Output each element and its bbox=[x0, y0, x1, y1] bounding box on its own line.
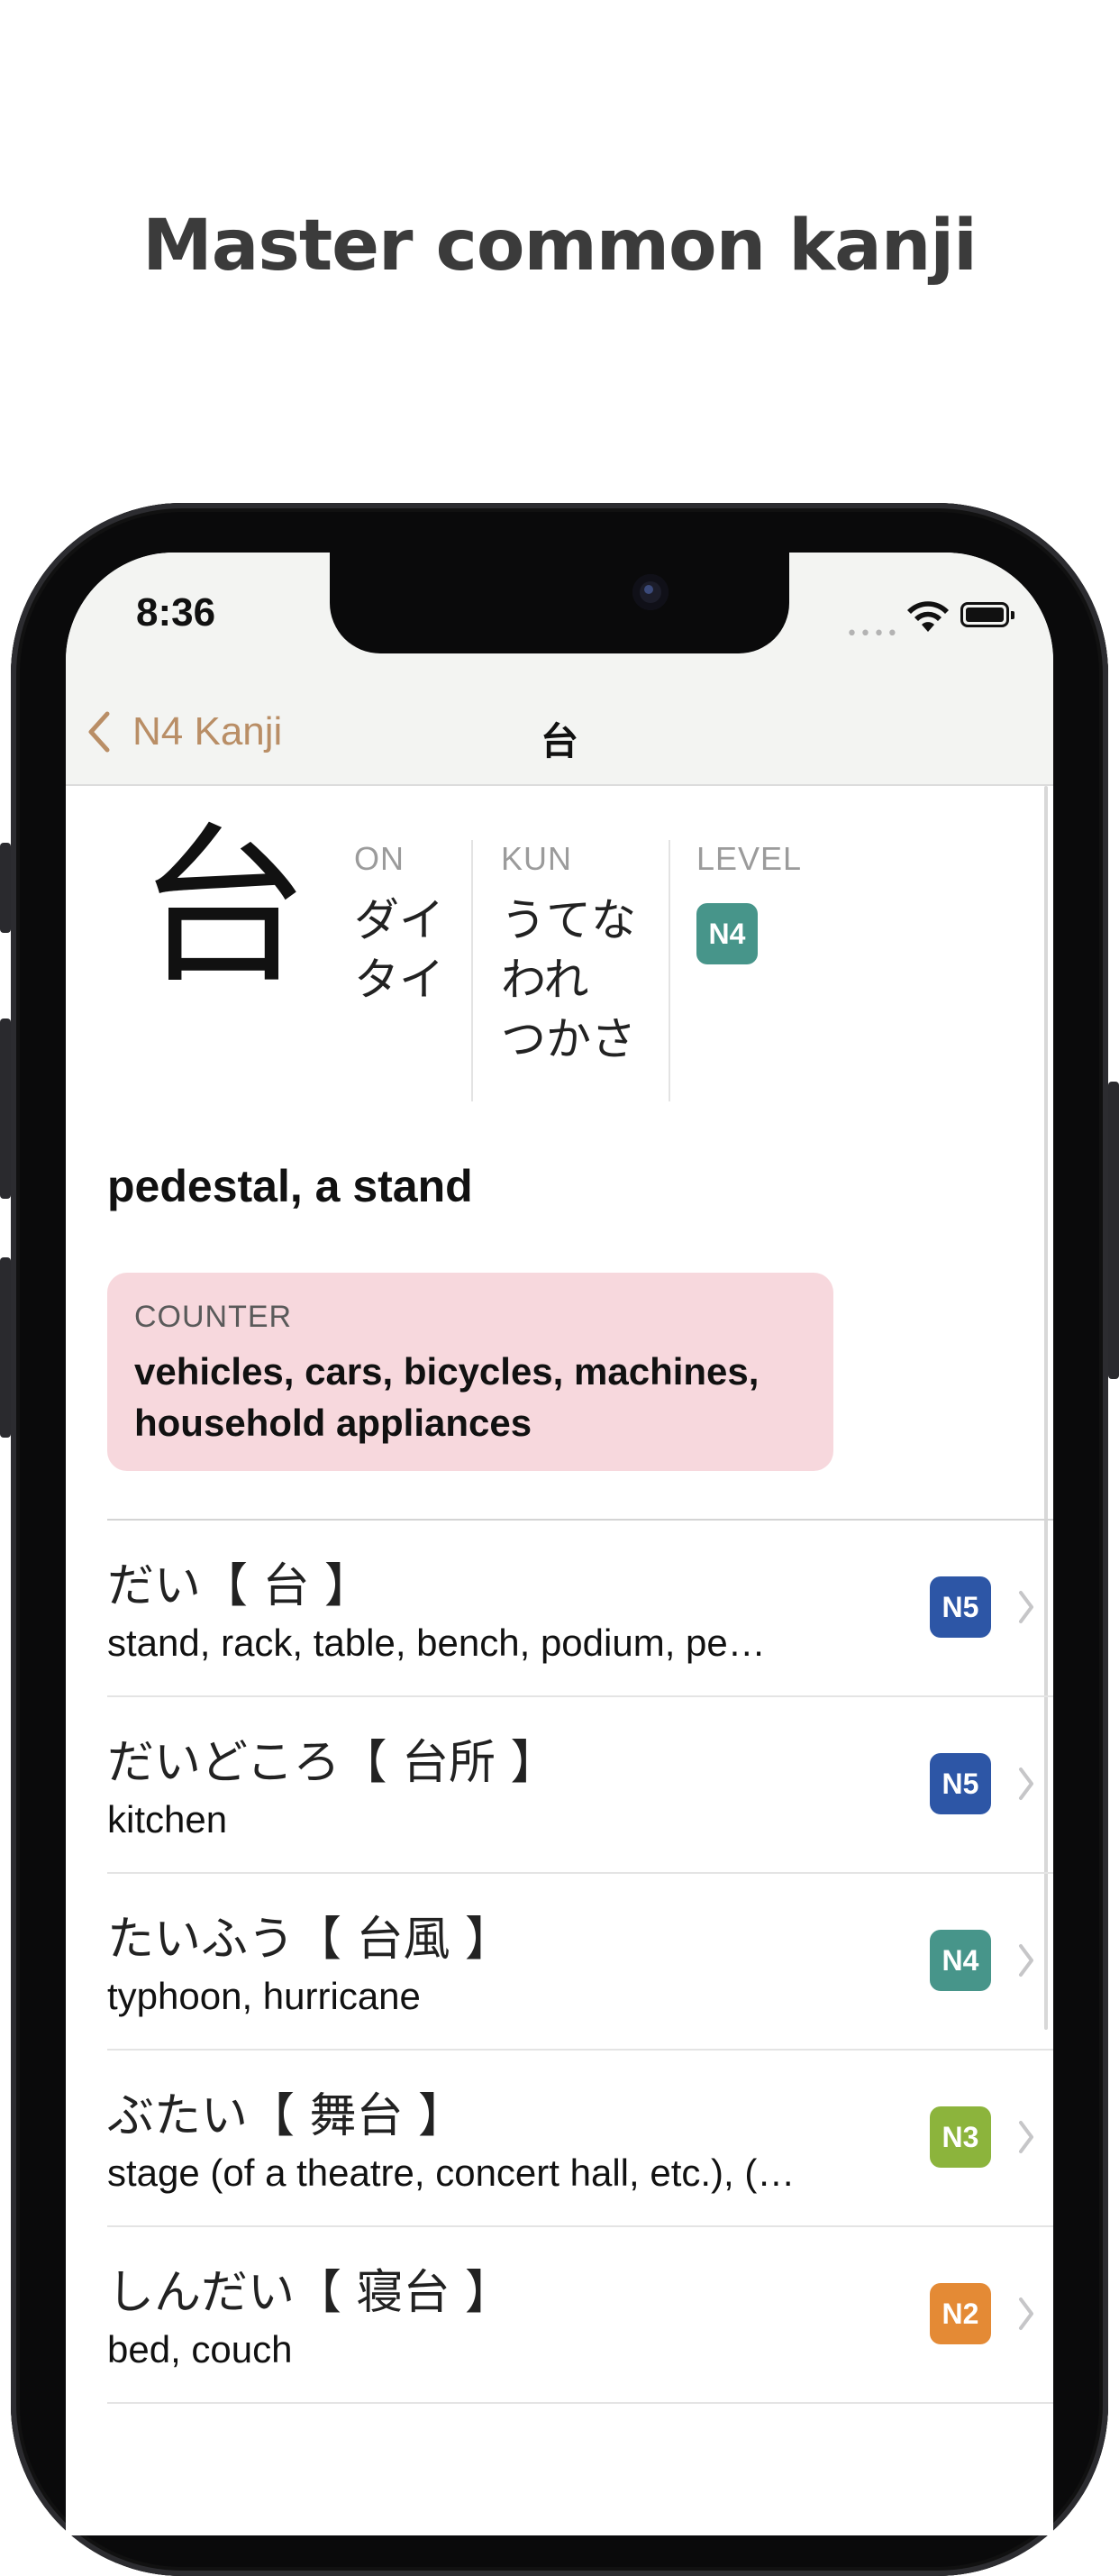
vocab-word: ぶたい【 舞台 】 bbox=[107, 2089, 466, 2143]
kun-reading: われ bbox=[501, 954, 589, 1006]
battery-icon bbox=[960, 602, 1014, 627]
level-badge: N2 bbox=[930, 2283, 991, 2344]
notch bbox=[330, 553, 789, 653]
level-badge: N5 bbox=[930, 1753, 991, 1814]
list-item[interactable]: しんだい【 寝台 】 bed, couch N2 bbox=[107, 2227, 1053, 2404]
list-item[interactable]: だいどころ【 台所 】 kitchen N5 bbox=[107, 1697, 1053, 1874]
chevron-right-icon bbox=[1019, 1944, 1033, 1977]
on-reading: ダイ bbox=[354, 894, 444, 946]
kun-reading-label: KUN bbox=[501, 840, 573, 877]
navigation-bar: N4 Kanji 台 bbox=[66, 688, 1053, 786]
list-item[interactable]: たいふう【 台風 】 typhoon, hurricane N4 bbox=[107, 1874, 1053, 2051]
front-camera bbox=[632, 574, 669, 610]
vocab-word: だいどころ【 台所 】 bbox=[107, 1736, 558, 1790]
phone-screen: 8:36 •••• N4 Kanji 台 台 ON ダイ タイ KUN うてな … bbox=[66, 553, 1053, 2535]
vocab-meaning: bed, couch bbox=[107, 2328, 293, 2370]
kanji-meaning: pedestal, a stand bbox=[107, 1161, 473, 1211]
page-title: 台 bbox=[540, 719, 578, 763]
list-item[interactable]: ぶたい【 舞台 】 stage (of a theatre, concert h… bbox=[107, 2051, 1053, 2227]
kun-reading: うてな bbox=[501, 894, 636, 946]
vocab-meaning: stage (of a theatre, concert hall, etc.)… bbox=[107, 2151, 796, 2194]
vocab-word: しんだい【 寝台 】 bbox=[107, 2266, 513, 2320]
chevron-right-icon bbox=[1019, 2121, 1033, 2153]
vocab-word: だい【 台 】 bbox=[107, 1559, 372, 1613]
vocab-meaning: typhoon, hurricane bbox=[107, 1975, 421, 2017]
column-divider bbox=[669, 840, 670, 1101]
chevron-right-icon bbox=[1019, 1591, 1033, 1623]
wifi-icon bbox=[907, 601, 949, 632]
kanji-character: 台 bbox=[138, 808, 310, 1007]
phone-volume-up-button bbox=[0, 1019, 11, 1199]
marketing-headline: Master common kanji bbox=[142, 206, 978, 287]
status-time: 8:36 bbox=[136, 590, 216, 635]
counter-text: vehicles, cars, bicycles, machines, hous… bbox=[134, 1350, 760, 1444]
column-divider bbox=[471, 840, 473, 1101]
kun-reading-column: KUN うてな われ つかさ bbox=[501, 840, 636, 1069]
chevron-right-icon bbox=[1019, 1768, 1033, 1800]
level-badge: N4 bbox=[696, 903, 758, 964]
kanji-detail-content[interactable]: 台 ON ダイ タイ KUN うてな われ つかさ LEVEL N4 pedes… bbox=[66, 786, 1053, 2535]
chevron-right-icon bbox=[1019, 2297, 1033, 2330]
level-column: LEVEL N4 bbox=[696, 840, 802, 964]
phone-side-button bbox=[0, 843, 11, 933]
on-reading-column: ON ダイ タイ bbox=[354, 840, 444, 1009]
list-item[interactable]: だい【 台 】 stand, rack, table, bench, podiu… bbox=[107, 1521, 1053, 1697]
on-reading: タイ bbox=[354, 954, 444, 1006]
on-reading-label: ON bbox=[354, 840, 405, 877]
level-badge: N5 bbox=[930, 1576, 991, 1638]
level-label: LEVEL bbox=[696, 840, 803, 877]
cellular-signal-icon: •••• bbox=[846, 623, 900, 645]
vocab-meaning: kitchen bbox=[107, 1798, 228, 1841]
phone-power-button bbox=[1108, 1082, 1119, 1379]
level-badge: N4 bbox=[930, 1930, 991, 1991]
level-badge: N3 bbox=[930, 2106, 991, 2168]
vocabulary-list: だい【 台 】 stand, rack, table, bench, podiu… bbox=[107, 1519, 1053, 2404]
counter-box: COUNTER vehicles, cars, bicycles, machin… bbox=[107, 1273, 833, 1471]
kun-reading: つかさ bbox=[501, 1013, 636, 1065]
phone-volume-down-button bbox=[0, 1257, 11, 1438]
counter-label: COUNTER bbox=[134, 1300, 293, 1334]
vocab-meaning: stand, rack, table, bench, podium, pe… bbox=[107, 1621, 766, 1664]
vocab-word: たいふう【 台風 】 bbox=[107, 1913, 513, 1967]
